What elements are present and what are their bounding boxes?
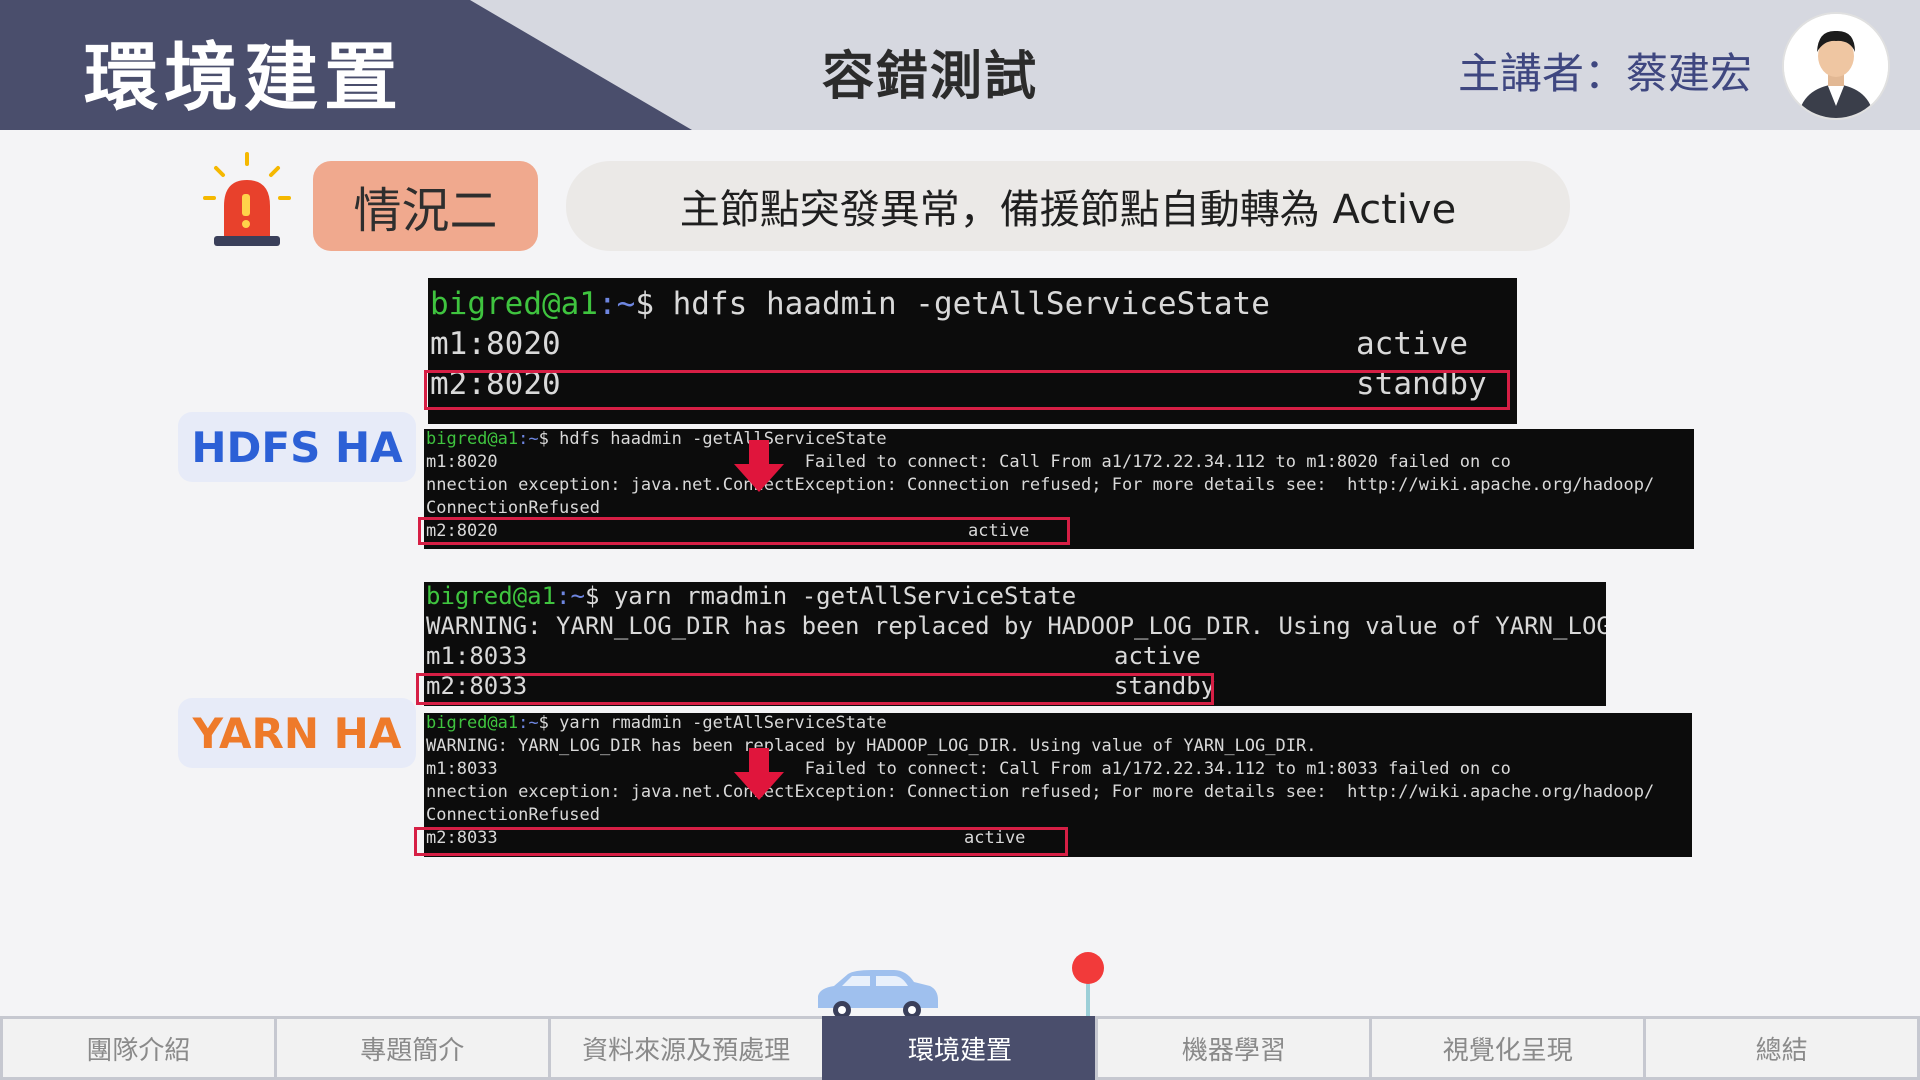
nav-item-project-intro[interactable]: 專題簡介 xyxy=(273,1016,548,1080)
nav-item-summary[interactable]: 總結 xyxy=(1643,1016,1920,1080)
state-m1: active xyxy=(1356,326,1468,362)
scenario-badge: 情況二 xyxy=(313,161,538,251)
terminal-command-line: bigred@a1:~$ yarn rmadmin -getAllService… xyxy=(426,582,1076,610)
bottom-nav: 團隊介紹 專題簡介 資料來源及預處理 環境建置 機器學習 視覺化呈現 總結 xyxy=(0,1016,1920,1080)
highlight-box xyxy=(416,673,1214,705)
prompt-symbol: $ xyxy=(584,582,600,610)
prompt-path: :~ xyxy=(518,713,539,733)
highlight-box xyxy=(424,370,1510,410)
prompt-symbol: $ xyxy=(538,713,549,733)
car-icon xyxy=(812,968,942,1020)
warning-line: WARNING: YARN_LOG_DIR has been replaced … xyxy=(426,736,1317,756)
command-text: yarn rmadmin -getAllServiceState xyxy=(599,582,1077,610)
error-line: m1:8020 Failed to connect: Call From a1/… xyxy=(426,452,1511,472)
terminal-command-line: bigred@a1:~$ hdfs haadmin -getAllService… xyxy=(430,286,1270,322)
location-pin-icon xyxy=(1068,950,1108,1020)
error-line: nnection exception: java.net.ConnectExce… xyxy=(426,782,1655,802)
prompt-path: :~ xyxy=(556,582,585,610)
nav-item-data-source[interactable]: 資料來源及預處理 xyxy=(547,1016,822,1080)
command-text: hdfs haadmin -getAllServiceState xyxy=(548,429,887,449)
scenario-description: 主節點突發異常，備援節點自動轉為 Active xyxy=(566,161,1570,251)
nav-item-visualization[interactable]: 視覺化呈現 xyxy=(1369,1016,1644,1080)
prompt-path: :~ xyxy=(597,286,636,322)
command-text: yarn rmadmin -getAllServiceState xyxy=(548,713,887,733)
error-line: m1:8033 Failed to connect: Call From a1/… xyxy=(426,759,1511,779)
terminal-command-line: bigred@a1:~$ hdfs haadmin -getAllService… xyxy=(426,429,887,449)
warning-line: WARNING: YARN_LOG_DIR has been replaced … xyxy=(426,612,1606,640)
prompt-user: bigred@a1 xyxy=(426,582,557,610)
prompt-user: bigred@a1 xyxy=(430,286,598,322)
state-m1: active xyxy=(1114,642,1201,670)
arrow-down-icon xyxy=(734,440,784,492)
arrow-down-icon xyxy=(734,748,784,800)
prompt-user: bigred@a1 xyxy=(426,713,519,733)
section-title: 環境建置 xyxy=(84,35,404,121)
nav-item-environment[interactable]: 環境建置 xyxy=(821,1016,1096,1080)
prompt-path: :~ xyxy=(518,429,539,449)
yarn-ha-label: YARN HA xyxy=(178,698,416,768)
error-line: nnection exception: java.net.ConnectExce… xyxy=(426,475,1655,495)
command-text: hdfs haadmin -getAllServiceState xyxy=(653,286,1270,322)
highlight-box xyxy=(418,517,1070,545)
highlight-box xyxy=(414,827,1068,856)
page-title: 容錯測試 xyxy=(822,47,1039,107)
host-m1: m1:8033 xyxy=(426,642,528,670)
avatar xyxy=(1782,12,1890,120)
alarm-icon xyxy=(200,150,295,250)
presenter-name: 主講者：蔡建宏 xyxy=(1458,49,1753,98)
prompt-symbol: $ xyxy=(538,429,549,449)
error-line: ConnectionRefused xyxy=(426,498,600,518)
prompt-symbol: $ xyxy=(635,286,654,322)
prompt-user: bigred@a1 xyxy=(426,429,519,449)
host-m1: m1:8020 xyxy=(430,326,561,362)
error-line: ConnectionRefused xyxy=(426,805,600,825)
hdfs-ha-label: HDFS HA xyxy=(178,412,416,482)
nav-item-team[interactable]: 團隊介紹 xyxy=(0,1016,274,1080)
nav-item-machine-learning[interactable]: 機器學習 xyxy=(1095,1016,1370,1080)
terminal-command-line: bigred@a1:~$ yarn rmadmin -getAllService… xyxy=(426,713,887,733)
